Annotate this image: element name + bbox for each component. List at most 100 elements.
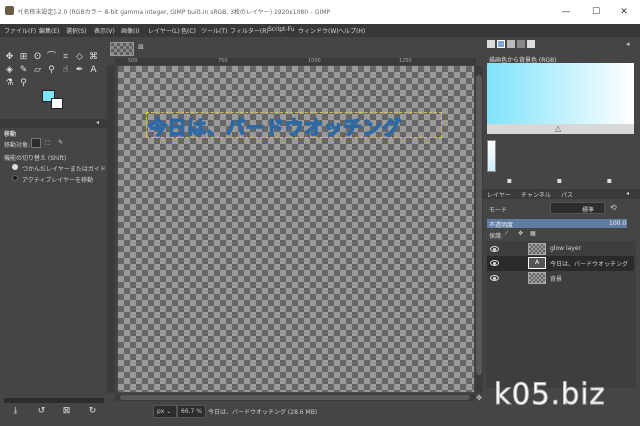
paint-bucket-icon[interactable]: ◈ [4, 65, 15, 76]
move-tool-icon[interactable]: ✥ [4, 52, 15, 63]
menu-colors[interactable]: 色(C) [181, 26, 196, 35]
delete-options-icon[interactable]: ⊠ [61, 406, 72, 417]
unit-select[interactable]: px ⌄ [153, 405, 177, 418]
layer-row-active[interactable]: A 今日は、バードウオッチング [487, 256, 634, 271]
window-title: *[名称未設定]-2.0 (RGBカラー 8-bit gamma integer… [18, 9, 331, 16]
zoom-in-icon[interactable]: ▪ [605, 176, 614, 185]
restore-options-icon[interactable]: ↺ [36, 406, 47, 417]
layer-row[interactable]: glow layer [487, 242, 634, 256]
text-layer-thumbnail: A [528, 257, 546, 269]
fuzzy-select-icon[interactable]: ⌒ [46, 52, 57, 63]
visibility-eye-icon[interactable] [490, 260, 499, 266]
image-tab-close-icon[interactable]: ⊠ [138, 43, 144, 51]
ruler-tick: 1000 [308, 58, 321, 64]
unified-transform-icon[interactable]: ◇ [74, 52, 85, 63]
menu-edit[interactable]: 編集(E) [39, 26, 59, 35]
move-layer-toggle[interactable] [31, 138, 41, 148]
layer-row[interactable]: 背景 [487, 271, 634, 285]
horizontal-scroll-thumb[interactable] [120, 395, 470, 400]
crop-tool-icon[interactable]: ⌗ [60, 52, 71, 63]
menu-file[interactable]: ファイル(F) [4, 26, 36, 35]
move-selection-icon[interactable]: ⬚ [45, 139, 51, 146]
tab-channels[interactable]: チャンネル [521, 190, 551, 199]
lock-label: 保護: [489, 233, 504, 240]
menu-script-fu[interactable]: Script-Fu [268, 26, 295, 33]
menu-tools[interactable]: ツール(T) [201, 26, 227, 35]
maximize-button[interactable]: ☐ [584, 4, 608, 20]
unit-value: px [157, 408, 165, 415]
clone-tool-icon[interactable]: ⚲ [46, 65, 57, 76]
zoom-out-icon[interactable]: ▪ [505, 176, 514, 185]
align-tool-icon[interactable]: ⊞ [18, 52, 29, 63]
pattern-tab-icon[interactable] [517, 40, 525, 48]
lock-pixels-icon[interactable]: ⁄ [506, 230, 507, 237]
menu-select[interactable]: 選択(S) [66, 26, 87, 35]
close-button[interactable]: ✕ [612, 4, 636, 20]
save-options-icon[interactable]: ⤓ [10, 406, 21, 417]
opacity-label: 不透明度 [489, 222, 514, 229]
menu-help[interactable]: ヘルプ(H) [338, 26, 365, 35]
ruler-tick: 500 [128, 58, 138, 64]
vertical-ruler[interactable] [107, 65, 115, 393]
menu-layer[interactable]: レイヤー(L) [148, 26, 180, 35]
move-active-layer-radio[interactable] [12, 175, 18, 181]
zoom-fit-icon[interactable]: ▪ [555, 176, 564, 185]
layer-info: 今日は、バードウオッチング (28.6 MB) [208, 409, 318, 416]
toggle-behavior-label: 機能の切り替え (Shift) [4, 155, 67, 162]
layer-name: glow layer [550, 245, 582, 252]
vertical-scroll-thumb[interactable] [476, 75, 482, 375]
panel-menu-icon[interactable]: ◂ [96, 119, 99, 126]
eraser-icon[interactable]: ▱ [32, 65, 43, 76]
menu-view[interactable]: 表示(V) [94, 26, 115, 35]
visibility-eye-icon[interactable] [490, 275, 499, 281]
gradient-swatch[interactable] [487, 140, 496, 172]
pick-layer-label: つかんだレイヤーまたはガイド [22, 166, 106, 173]
canvas-text[interactable]: 今日は、バードウオッチング [147, 113, 401, 140]
zoom-select[interactable]: 66.7 % [177, 405, 206, 418]
dock-menu-icon[interactable]: ◂ [626, 40, 630, 48]
gimp-app-icon [5, 6, 14, 15]
opacity-value: 100.0 [609, 220, 627, 227]
visibility-eye-icon[interactable] [490, 246, 499, 252]
zoom-value: 66.7 % [181, 408, 202, 415]
tab-paths[interactable]: パス [561, 190, 573, 199]
zoom-tool-icon[interactable]: ⚲ [18, 78, 29, 89]
pick-layer-radio[interactable] [12, 164, 18, 170]
text-tool-icon[interactable]: A [88, 65, 99, 76]
horizontal-ruler[interactable]: 500 750 1000 1250 [115, 58, 476, 65]
paths-tool-icon[interactable]: ✒ [74, 65, 85, 76]
free-select-icon[interactable]: ʘ [32, 52, 43, 63]
move-path-icon[interactable]: ✎ [58, 139, 63, 146]
mode-value: 標準 [582, 207, 595, 214]
menu-filters[interactable]: フィルター(R) [230, 26, 269, 35]
layer-name: 背景 [550, 276, 563, 283]
mode-reset-icon[interactable]: ⟲ [610, 203, 617, 212]
gradient-tab-icon[interactable] [497, 40, 505, 48]
color-picker-icon[interactable]: ⚗ [4, 78, 15, 89]
palette-tab-icon[interactable] [507, 40, 515, 48]
smudge-tool-icon[interactable]: ☝ [60, 65, 71, 76]
gradient-midpoint-icon[interactable]: △ [555, 124, 561, 133]
brush-tab-icon[interactable] [527, 40, 535, 48]
gradient-preview[interactable] [487, 63, 634, 124]
background-color-swatch[interactable] [51, 98, 63, 109]
layer-thumbnail [528, 243, 546, 255]
reset-options-icon[interactable]: ↻ [87, 406, 98, 417]
fg-bg-mode-icon[interactable] [487, 40, 495, 48]
tool-options-tabbar: ◂ [0, 119, 107, 128]
navigate-icon[interactable]: ✥ [475, 394, 483, 402]
layer-name: 今日は、バードウオッチング [550, 261, 629, 268]
minimize-button[interactable]: — [554, 4, 578, 20]
warp-tool-icon[interactable]: ⌘ [88, 52, 99, 63]
layers-menu-icon[interactable]: ◂ [626, 190, 629, 197]
opacity-slider[interactable]: 不透明度 100.0 [487, 219, 627, 229]
menu-windows[interactable]: ウィンドウ(W) [298, 26, 339, 35]
gradient-editor-bar[interactable]: △ [487, 124, 634, 134]
paintbrush-icon[interactable]: ✎ [18, 65, 29, 76]
lock-position-icon[interactable]: ✥ [518, 230, 523, 237]
menu-image[interactable]: 画像(I) [121, 26, 139, 35]
mode-select[interactable]: 標準 [550, 202, 605, 214]
image-tab-thumbnail[interactable] [110, 42, 134, 56]
tab-layers[interactable]: レイヤー [487, 190, 511, 199]
lock-alpha-icon[interactable]: ▦ [530, 230, 536, 237]
